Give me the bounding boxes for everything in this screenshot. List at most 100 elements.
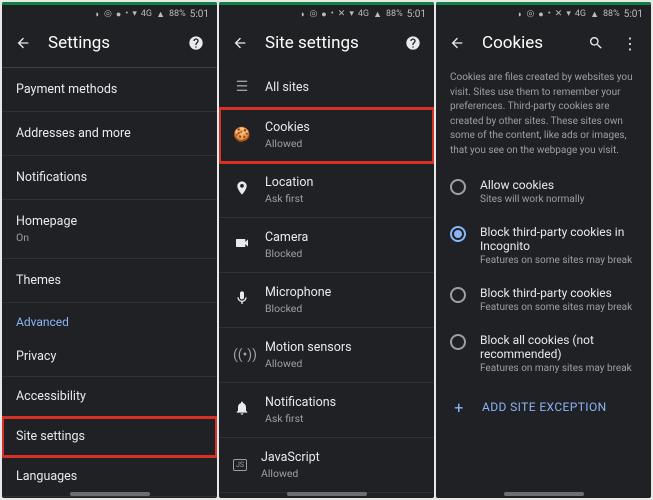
- description: Cookies are files created by websites yo…: [436, 67, 651, 168]
- label: Notifications: [16, 170, 203, 185]
- row-cookies[interactable]: 🍪 Cookies Allowed: [219, 108, 434, 163]
- option-block-all[interactable]: Block all cookies (not recommended) Feat…: [436, 323, 651, 384]
- search-icon[interactable]: [587, 34, 605, 52]
- option-block-3p-incognito[interactable]: Block third-party cookies in Incognito F…: [436, 215, 651, 276]
- motion-icon: ((•)): [233, 347, 251, 363]
- radio-icon: [450, 226, 466, 242]
- wifi-icon: ▾: [132, 9, 137, 19]
- row-camera[interactable]: Camera Blocked: [219, 218, 434, 273]
- dots-icon: •: [548, 9, 551, 19]
- row-notifications[interactable]: Notifications: [2, 156, 217, 200]
- app-bar: Site settings: [219, 23, 434, 67]
- app-bar: Cookies ⋮: [436, 23, 651, 67]
- clock: 5:01: [407, 9, 426, 20]
- radio-icon: [450, 287, 466, 303]
- mute-icon: ✕: [338, 9, 346, 19]
- label: JavaScript: [261, 450, 420, 465]
- label: Themes: [16, 273, 203, 288]
- label: All sites: [265, 80, 420, 95]
- sub: Ask first: [265, 192, 420, 205]
- chat-icon: ●: [321, 9, 326, 20]
- timer-icon: ◎: [104, 9, 112, 19]
- label: Payment methods: [16, 82, 203, 97]
- back-icon[interactable]: [14, 34, 32, 52]
- menu-icon[interactable]: ⋮: [621, 34, 639, 52]
- sub: Blocked: [265, 247, 420, 260]
- signal-label: 4G: [141, 9, 152, 19]
- clock: 5:01: [624, 9, 643, 20]
- radio-icon: [450, 334, 466, 350]
- sub: Allowed: [265, 137, 420, 150]
- label: Notifications: [265, 395, 420, 410]
- js-icon: JS: [233, 459, 247, 471]
- back-icon[interactable]: [448, 34, 466, 52]
- dots-icon: •: [331, 9, 334, 19]
- battery-label: 88%: [386, 9, 403, 19]
- chat-icon: ●: [116, 9, 121, 20]
- camera-icon: [233, 235, 251, 255]
- advanced-section: Advanced: [2, 303, 217, 337]
- mute-icon: ✕: [555, 9, 563, 19]
- sub: Ask first: [265, 412, 420, 425]
- cookie-icon: 🍪: [233, 127, 251, 143]
- option-block-3p[interactable]: Block third-party cookies Features on so…: [436, 276, 651, 323]
- label: Motion sensors: [265, 340, 420, 355]
- cookies-screen: ◗ ◎ ● • ✕ ▾ 4G ▲ 88% 5:01 Cookies ⋮ Cook…: [436, 2, 651, 498]
- signal-icon: ▲: [156, 9, 165, 20]
- page-title: Cookies: [482, 33, 571, 53]
- label: Location: [265, 175, 420, 190]
- settings-screen: ◗ ◎ ● • ▾ 4G ▲ 88% 5:01 Settings Payment…: [2, 2, 217, 498]
- back-icon[interactable]: [231, 34, 249, 52]
- moon-icon: ◗: [300, 9, 305, 20]
- nav-bar[interactable]: [504, 492, 584, 496]
- sub: Allowed: [265, 357, 420, 370]
- mic-icon: [233, 290, 251, 310]
- row-javascript[interactable]: JS JavaScript Allowed: [219, 438, 434, 493]
- row-site-notifications[interactable]: Notifications Ask first: [219, 383, 434, 438]
- sub: Allowed: [261, 467, 420, 480]
- signal-icon: ▲: [590, 9, 599, 20]
- row-languages[interactable]: Languages: [2, 457, 217, 497]
- bell-icon: [233, 400, 251, 420]
- label: Camera: [265, 230, 420, 245]
- signal-icon: ▲: [373, 9, 382, 20]
- page-title: Site settings: [265, 33, 388, 53]
- plus-icon: +: [450, 398, 468, 416]
- row-motion[interactable]: ((•)) Motion sensors Allowed: [219, 328, 434, 383]
- wifi-icon: ▾: [566, 9, 571, 19]
- sub: On: [16, 231, 203, 244]
- row-location[interactable]: Location Ask first: [219, 163, 434, 218]
- location-icon: [233, 180, 251, 200]
- row-microphone[interactable]: Microphone Blocked: [219, 273, 434, 328]
- row-homepage[interactable]: Homepage On: [2, 200, 217, 259]
- row-privacy[interactable]: Privacy: [2, 337, 217, 377]
- row-themes[interactable]: Themes: [2, 259, 217, 303]
- row-accessibility[interactable]: Accessibility: [2, 377, 217, 417]
- row-payment-methods[interactable]: Payment methods: [2, 68, 217, 112]
- list-icon: ☰: [233, 79, 251, 95]
- radio-icon: [450, 179, 466, 195]
- label: Languages: [16, 469, 203, 484]
- label: Allow cookies: [480, 178, 584, 192]
- label: Cookies: [265, 120, 420, 135]
- row-lite-mode[interactable]: Lite mode Off: [2, 497, 217, 498]
- battery-label: 88%: [169, 9, 186, 19]
- status-bar: ◗ ◎ ● • ✕ ▾ 4G ▲ 88% 5:01: [219, 5, 434, 23]
- site-settings-screen: ◗ ◎ ● • ✕ ▾ 4G ▲ 88% 5:01 Site settings …: [219, 2, 434, 498]
- nav-bar[interactable]: [287, 492, 367, 496]
- label: Addresses and more: [16, 126, 203, 141]
- nav-bar[interactable]: [70, 492, 150, 496]
- label: Accessibility: [16, 389, 203, 404]
- page-title: Settings: [48, 33, 171, 53]
- signal-label: 4G: [358, 9, 369, 19]
- add-site-exception[interactable]: + ADD SITE EXCEPTION: [436, 384, 651, 430]
- option-allow-cookies[interactable]: Allow cookies Sites will work normally: [436, 168, 651, 215]
- help-icon[interactable]: [404, 34, 422, 52]
- sub: Blocked: [265, 302, 420, 315]
- row-all-sites[interactable]: ☰ All sites: [219, 67, 434, 108]
- row-addresses[interactable]: Addresses and more: [2, 112, 217, 156]
- row-site-settings[interactable]: Site settings: [2, 417, 217, 457]
- label: Privacy: [16, 349, 203, 364]
- wifi-icon: ▾: [349, 9, 354, 19]
- help-icon[interactable]: [187, 34, 205, 52]
